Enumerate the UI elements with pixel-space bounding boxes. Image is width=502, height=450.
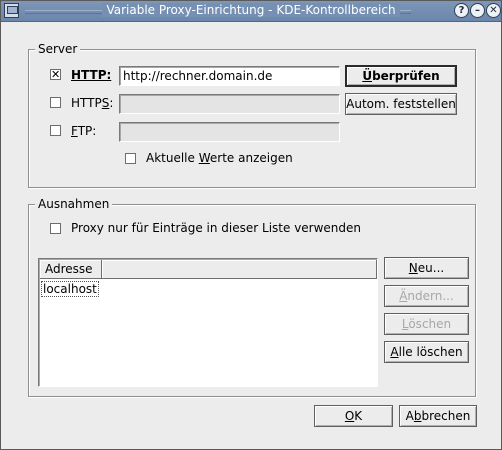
delete-all-button[interactable]: Alle löschen <box>384 341 469 363</box>
http-label: HTTP: <box>71 68 112 82</box>
change-button[interactable]: Ändern... <box>384 285 469 307</box>
autodetect-button[interactable]: Autom. feststellen <box>345 93 457 115</box>
close-icon[interactable]: ✕ <box>486 3 501 18</box>
https-proxy-field[interactable] <box>119 94 340 114</box>
help-icon[interactable]: ? <box>454 3 469 18</box>
delete-button[interactable]: Löschen <box>384 313 469 335</box>
ftp-checkbox[interactable] <box>50 125 61 136</box>
ok-button[interactable]: OK <box>314 405 393 427</box>
minimize-icon[interactable]: – <box>470 3 485 18</box>
column-header-adresse[interactable]: Adresse <box>40 260 102 279</box>
show-values-label[interactable]: Aktuelle Werte anzeigen <box>146 151 293 165</box>
cancel-button[interactable]: Abbrechen <box>399 405 477 427</box>
only-list-checkbox[interactable] <box>50 223 61 234</box>
https-label: HTTPS: <box>71 96 114 110</box>
only-list-label[interactable]: Proxy nur für Einträge in dieser Liste v… <box>71 221 361 235</box>
title-bar[interactable]: Variable Proxy-Einrichtung - KDE-Kontrol… <box>1 1 501 22</box>
server-group-label: Server <box>35 42 81 56</box>
dialog-window: Variable Proxy-Einrichtung - KDE-Kontrol… <box>0 0 502 450</box>
window-title: Variable Proxy-Einrichtung - KDE-Kontrol… <box>102 3 400 17</box>
ftp-label: FTP: <box>71 124 97 138</box>
new-button[interactable]: Neu... <box>384 257 469 279</box>
exceptions-list[interactable]: Adresse localhost <box>38 258 378 387</box>
verify-button[interactable]: Überprüfen <box>345 65 457 87</box>
http-checkbox[interactable]: ✕ <box>50 69 61 80</box>
ftp-proxy-field[interactable] <box>119 122 340 142</box>
column-header-filler <box>102 260 377 279</box>
show-values-checkbox[interactable] <box>125 153 136 164</box>
https-checkbox[interactable] <box>50 97 61 108</box>
http-proxy-field[interactable] <box>119 66 340 86</box>
exceptions-group-label: Ausnahmen <box>35 197 113 211</box>
list-item[interactable]: localhost <box>41 281 99 297</box>
